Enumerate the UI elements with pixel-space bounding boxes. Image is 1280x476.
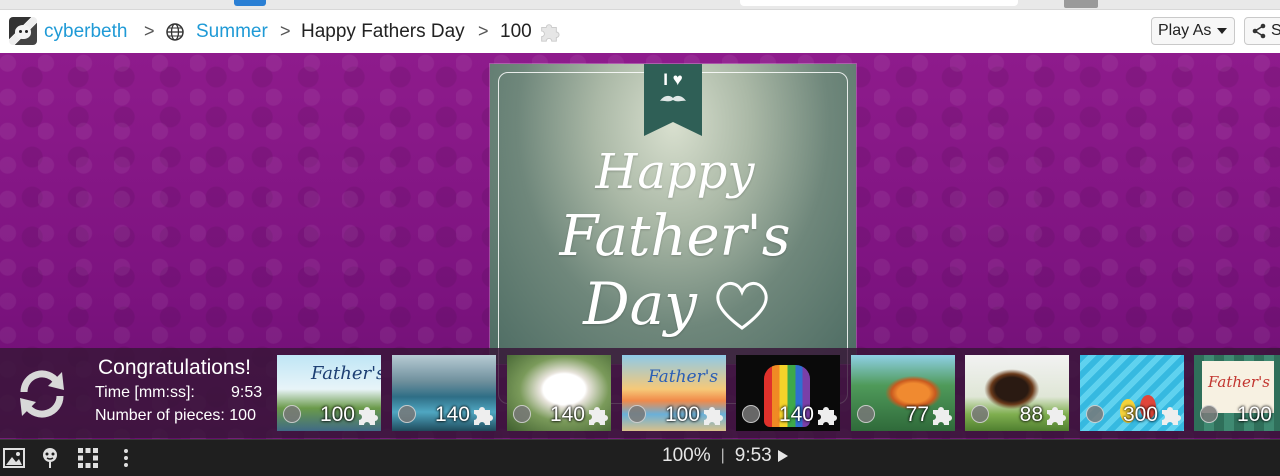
status-separator: | bbox=[720, 447, 725, 464]
ribbon-banner: I ♥ bbox=[644, 64, 702, 136]
thumbnail-piece-count: 100 bbox=[319, 403, 355, 426]
author-avatar bbox=[971, 405, 989, 423]
puzzle-piece-icon bbox=[474, 407, 493, 425]
completed-puzzle-image: I ♥ Happy Father's Day bbox=[490, 64, 856, 404]
caret-down-icon bbox=[1217, 28, 1228, 34]
timer: 9:53 bbox=[734, 445, 772, 466]
breadcrumb-piece-count: 100 bbox=[500, 20, 532, 42]
thumbnail-piece-count: 140 bbox=[549, 403, 585, 426]
share-icon bbox=[1252, 23, 1266, 39]
puzzle-thumbnail[interactable]: 300 bbox=[1080, 355, 1184, 431]
puzzle-thumbnail[interactable]: 140 bbox=[507, 355, 611, 431]
puzzle-piece-icon bbox=[541, 24, 560, 42]
search-field-edge[interactable] bbox=[740, 0, 1018, 6]
thumbnail-piece-count: 140 bbox=[434, 403, 470, 426]
card-text-fathers: Father's bbox=[559, 204, 791, 269]
author-avatar bbox=[398, 405, 416, 423]
top-button-edge[interactable] bbox=[1064, 0, 1098, 8]
play-as-label: Play As bbox=[1158, 22, 1212, 39]
play-as-dropdown[interactable]: Play As bbox=[1151, 17, 1235, 45]
ghost-image-icon[interactable] bbox=[38, 446, 62, 470]
edge-pieces-icon[interactable] bbox=[76, 446, 100, 470]
app-badge[interactable] bbox=[234, 0, 266, 6]
author-avatar bbox=[742, 405, 760, 423]
puzzle-thumbnail[interactable]: 140 bbox=[392, 355, 496, 431]
status-readout: 100% | 9:53 bbox=[662, 440, 788, 472]
puzzle-piece-icon bbox=[1047, 407, 1066, 425]
user-avatar[interactable] bbox=[9, 17, 37, 45]
puzzle-thumbnail[interactable]: 88 bbox=[965, 355, 1069, 431]
refresh-icon[interactable] bbox=[14, 366, 70, 422]
puzzle-piece-icon bbox=[1162, 407, 1181, 425]
author-avatar bbox=[1086, 405, 1104, 423]
author-avatar bbox=[628, 405, 646, 423]
puzzle-thumbnail[interactable]: 140 bbox=[736, 355, 840, 431]
author-avatar bbox=[513, 405, 531, 423]
share-label: S bbox=[1271, 22, 1280, 39]
breadcrumb-bar: cyberbeth > Summer > Happy Fathers Day >… bbox=[0, 10, 1280, 53]
author-avatar bbox=[283, 405, 301, 423]
pieces-label: Number of pieces: 100 bbox=[95, 407, 256, 424]
time-label: Time [mm:ss]: bbox=[95, 384, 195, 401]
breadcrumb-puzzle-title: Happy Fathers Day bbox=[301, 20, 465, 42]
author-avatar bbox=[857, 405, 875, 423]
mustache-icon bbox=[660, 95, 686, 102]
play-icon[interactable] bbox=[777, 450, 788, 462]
thumbnail-piece-count: 88 bbox=[1019, 403, 1043, 426]
cat-eye-left bbox=[19, 30, 22, 33]
time-value: 9:53 bbox=[231, 384, 263, 401]
bottom-toolbar: 100% | 9:53 bbox=[0, 439, 1280, 476]
completion-panel: Congratulations! Time [mm:ss]: 9:53 Numb… bbox=[0, 348, 1280, 438]
share-button[interactable]: S bbox=[1244, 17, 1280, 45]
puzzle-thumbnail[interactable]: Father's 100 bbox=[277, 355, 381, 431]
chevron-right-icon: > bbox=[280, 21, 291, 41]
puzzle-piece-icon bbox=[359, 407, 378, 425]
chevron-right-icon: > bbox=[144, 21, 155, 41]
cat-eye-right bbox=[25, 30, 28, 33]
breadcrumb-user-link[interactable]: cyberbeth bbox=[44, 10, 127, 53]
puzzle-piece-icon bbox=[589, 407, 608, 425]
puzzle-piece-icon bbox=[818, 407, 837, 425]
card-text-day: Day bbox=[583, 270, 697, 338]
more-options-icon[interactable] bbox=[114, 446, 138, 470]
puzzle-thumbnail[interactable]: Father's 100 bbox=[1194, 355, 1280, 431]
thumbnail-piece-count: 100 bbox=[1236, 403, 1272, 426]
thumbnail-piece-count: 300 bbox=[1122, 403, 1158, 426]
zoom-level: 100% bbox=[662, 445, 711, 466]
congrats-title: Congratulations! bbox=[98, 356, 251, 379]
heart-icon bbox=[716, 282, 768, 330]
breadcrumb-category-link[interactable]: Summer bbox=[196, 10, 268, 53]
image-preview-icon[interactable] bbox=[2, 446, 26, 470]
thumbnail-piece-count: 77 bbox=[905, 403, 929, 426]
puzzle-thumbnail[interactable]: 77 bbox=[851, 355, 955, 431]
thumbnail-piece-count: 140 bbox=[778, 403, 814, 426]
browser-top-strip bbox=[0, 0, 1280, 10]
puzzle-piece-icon bbox=[704, 407, 723, 425]
puzzle-piece-icon bbox=[933, 407, 952, 425]
globe-icon bbox=[166, 23, 184, 41]
author-avatar bbox=[1200, 405, 1218, 423]
cat-face bbox=[15, 25, 31, 39]
card-text-happy: Happy bbox=[595, 144, 755, 200]
thumbnail-piece-count: 100 bbox=[664, 403, 700, 426]
chevron-right-icon: > bbox=[478, 21, 489, 41]
ribbon-text: I ♥ bbox=[663, 70, 683, 89]
puzzle-thumbnail[interactable]: Father's 100 bbox=[622, 355, 726, 431]
